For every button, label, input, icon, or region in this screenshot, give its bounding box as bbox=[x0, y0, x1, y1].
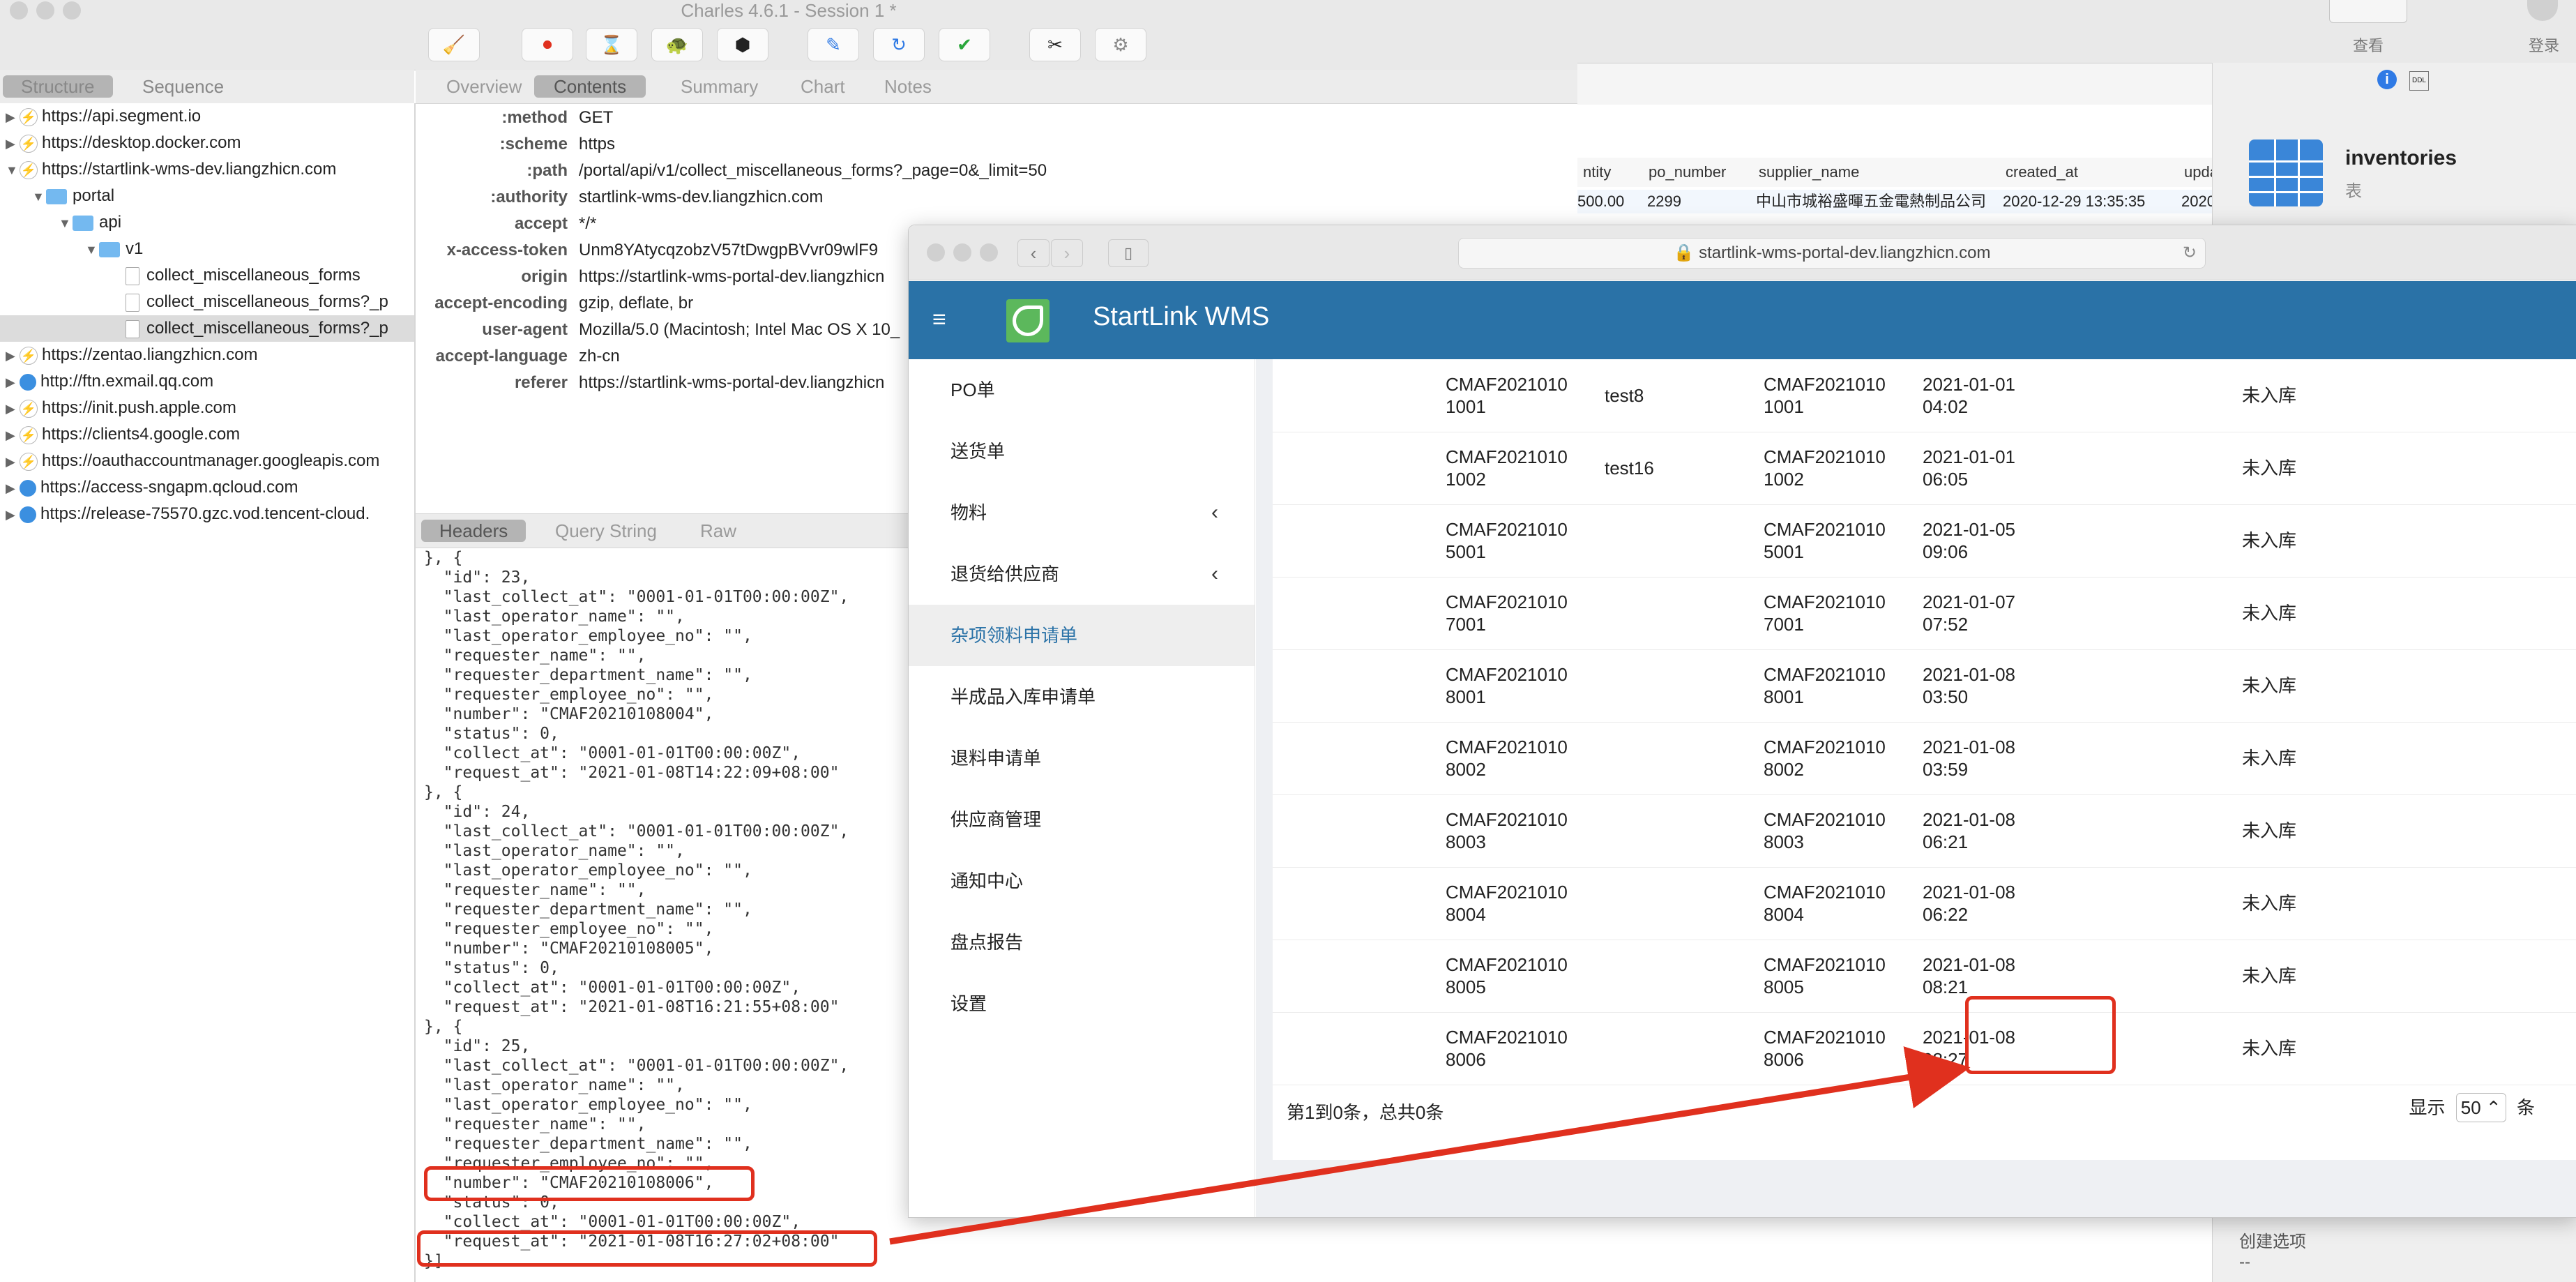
annotation-arrow bbox=[889, 1046, 1971, 1245]
arrow-line bbox=[889, 1046, 1971, 1245]
